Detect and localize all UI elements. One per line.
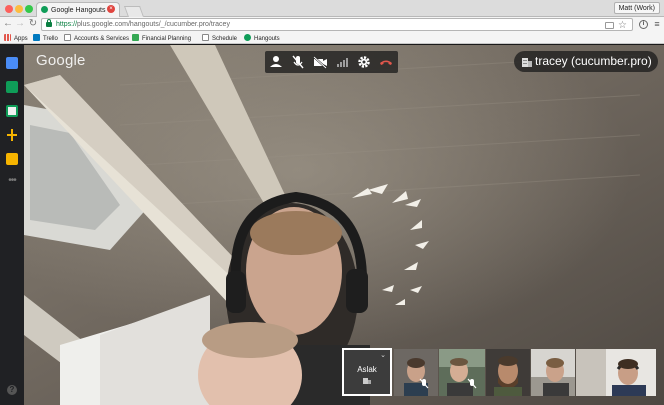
profile-button[interactable]: Matt (Work) (613, 2, 660, 14)
lock-icon (46, 19, 52, 27)
google-drive-app-icon[interactable] (6, 105, 18, 117)
microphone-muted-icon[interactable] (287, 51, 309, 73)
screenshare-icon[interactable] (6, 81, 18, 93)
tab-close-icon[interactable]: × (107, 5, 115, 13)
minimize-window-button[interactable] (15, 5, 23, 13)
hang-up-icon[interactable] (375, 51, 397, 73)
browser-toolbar: ← → ↻ https://plus.google.com/hangouts/_… (0, 17, 664, 32)
self-name: Aslak (357, 365, 377, 374)
invite-people-icon[interactable] (265, 51, 287, 73)
back-arrow-icon[interactable]: ← (3, 18, 13, 30)
bookmark-label: Schedule (212, 36, 238, 42)
trello-icon (33, 34, 40, 41)
browser-tab-hangouts[interactable]: Google Hangouts × (36, 2, 120, 17)
participant-thumbnail[interactable] (439, 349, 485, 396)
camera-off-icon[interactable] (309, 51, 331, 73)
hangout-stage: ••• ? Google tracey (cucumber.pro) ⌄ Asl… (0, 45, 664, 405)
chat-icon[interactable] (6, 57, 18, 69)
settings-gear-icon[interactable] (353, 51, 375, 73)
participant-thumbnail[interactable] (531, 349, 575, 396)
bookmarks-bar: Apps Trello Accounts & Services Financia… (0, 32, 664, 44)
new-tab-button[interactable] (123, 6, 145, 17)
bookmark-apps[interactable]: Apps (4, 34, 28, 43)
bookmark-schedule[interactable]: Schedule (202, 34, 237, 43)
call-controls-bar (265, 51, 398, 73)
apps-rail: ••• ? (0, 45, 24, 405)
bookmark-hangouts[interactable]: Hangouts (244, 34, 280, 43)
reload-icon[interactable]: ↻ (28, 18, 38, 30)
hangout-owner-badge[interactable]: tracey (cucumber.pro) (514, 51, 658, 72)
url-path: plus.google.com/hangouts/_/cucumber.pro/… (77, 21, 230, 28)
close-window-button[interactable] (5, 5, 13, 13)
bookmark-label: Apps (14, 36, 28, 42)
bookmark-financial-planning[interactable]: Financial Planning (132, 34, 191, 43)
remote-desktop-icon[interactable] (6, 129, 18, 141)
address-bar[interactable]: https://plus.google.com/hangouts/_/cucum… (41, 18, 633, 31)
url-scheme: https:// (56, 21, 78, 28)
help-icon[interactable]: ? (7, 385, 17, 395)
tab-title: Google Hangouts (51, 7, 106, 14)
bookmark-label: Accounts & Services (74, 36, 130, 42)
bookmark-star-icon[interactable]: ☆ (618, 21, 627, 31)
browser-menu-icon[interactable]: ≡ (653, 20, 661, 29)
participant-thumbnail[interactable] (576, 349, 656, 396)
browser-tabstrip: Google Hangouts × Matt (Work) (0, 0, 664, 17)
forward-arrow-icon[interactable]: → (15, 18, 25, 30)
owner-label: tracey (cucumber.pro) (535, 54, 652, 68)
participant-thumbnail[interactable] (486, 349, 530, 396)
bookmark-trello[interactable]: Trello (33, 34, 58, 43)
building-icon (522, 58, 532, 67)
apps-grid-icon (4, 34, 11, 41)
document-icon (202, 34, 209, 41)
maximize-window-button[interactable] (25, 5, 33, 13)
hangouts-favicon-icon (41, 6, 48, 13)
self-preview-tile[interactable]: ⌄ Aslak (342, 348, 392, 396)
participant-filmstrip: ⌄ Aslak (342, 347, 658, 397)
more-apps-icon[interactable]: ••• (6, 175, 18, 186)
bookmark-accounts-services[interactable]: Accounts & Services (64, 34, 129, 43)
cast-icon[interactable] (605, 22, 614, 29)
google-logo: Google (36, 52, 86, 69)
bookmark-label: Hangouts (254, 36, 280, 42)
participant-thumbnail[interactable] (394, 349, 438, 396)
photo-app-icon[interactable] (6, 153, 18, 165)
extension-info-icon[interactable]: i (639, 20, 648, 29)
bookmark-label: Financial Planning (142, 36, 192, 42)
bookmark-label: Trello (43, 36, 58, 42)
building-icon (363, 378, 371, 384)
chevron-down-icon[interactable]: ⌄ (380, 351, 386, 359)
hangouts-icon (244, 34, 251, 41)
document-icon (64, 34, 71, 41)
bandwidth-signal-icon[interactable] (331, 51, 353, 73)
spreadsheet-icon (132, 34, 139, 41)
